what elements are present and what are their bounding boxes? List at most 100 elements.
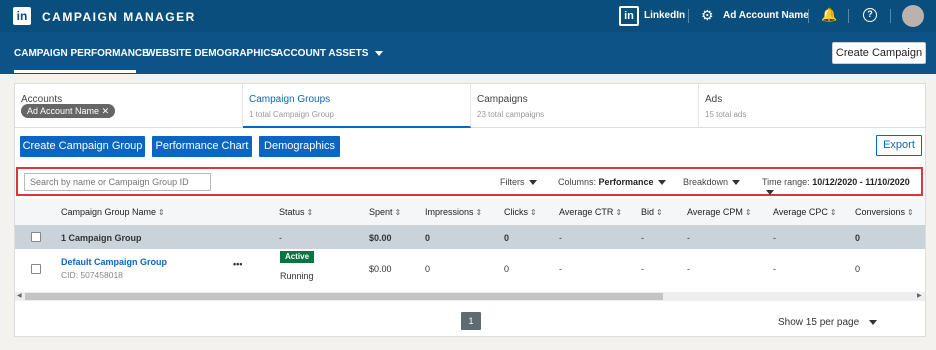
more-actions-icon[interactable]: ••• <box>233 259 242 269</box>
total-name: 1 Campaign Group <box>61 233 142 243</box>
breakdown-label: Breakdown <box>683 177 729 187</box>
sort-icon: ⇕ <box>158 208 165 217</box>
export-button[interactable]: Export <box>876 135 922 156</box>
row-clicks: 0 <box>504 264 510 274</box>
filters-dropdown[interactable]: Filters <box>500 177 537 187</box>
avatar[interactable] <box>902 5 924 27</box>
tab-subtitle: 1 total Campaign Group <box>249 110 334 119</box>
row-cpm: - <box>687 264 690 274</box>
entity-tabs: Accounts Ad Account Name ✕ Campaign Grou… <box>15 84 925 128</box>
linkedin-logo-icon[interactable]: in <box>13 7 31 25</box>
col-header-ctr[interactable]: Average CTR ⇕ <box>559 207 622 217</box>
col-header-name[interactable]: Campaign Group Name ⇕ <box>61 207 165 217</box>
header-label: Conversions <box>855 207 906 217</box>
chevron-down-icon <box>869 319 878 325</box>
header-label: Average CPC <box>773 207 828 217</box>
linkedin-link[interactable]: LinkedIn <box>644 10 685 21</box>
header-label: Bid <box>641 207 655 217</box>
account-assets-label: ACCOUNT ASSETS <box>276 48 369 59</box>
account-chip[interactable]: Ad Account Name ✕ <box>21 104 116 118</box>
per-page-label: Show 15 per page <box>778 317 860 328</box>
main-panel: Accounts Ad Account Name ✕ Campaign Grou… <box>14 83 926 337</box>
total-spent: $0.00 <box>369 233 392 243</box>
header-label: Average CTR <box>559 207 614 217</box>
tab-title: Campaigns <box>477 94 528 105</box>
create-campaign-button[interactable]: Create Campaign <box>832 42 926 64</box>
total-cpc: - <box>773 233 776 243</box>
scroll-left-icon[interactable]: ◀ <box>17 292 22 301</box>
tab-accounts[interactable]: Accounts Ad Account Name ✕ <box>15 84 243 128</box>
account-selector[interactable]: Ad Account Name <box>723 10 809 21</box>
total-clicks: 0 <box>504 233 510 243</box>
tab-subtitle: 15 total ads <box>705 110 747 119</box>
sort-icon: ⇕ <box>475 208 483 217</box>
demographics-button[interactable]: Demographics <box>259 136 340 157</box>
divider <box>890 9 891 23</box>
divider <box>808 9 809 23</box>
select-all-checkbox[interactable] <box>31 232 41 242</box>
nav-bar: CAMPAIGN PERFORMANCE WEBSITE DEMOGRAPHIC… <box>0 32 936 74</box>
tab-title: Ads <box>705 94 723 105</box>
chip-label: Ad Account Name <box>27 106 100 116</box>
sort-icon: ⇕ <box>656 208 663 217</box>
columns-dropdown[interactable]: Columns: Performance <box>558 177 666 187</box>
linkedin-icon[interactable]: in <box>619 6 639 26</box>
total-impressions: 0 <box>425 233 431 243</box>
tab-subtitle: 23 total campaigns <box>477 110 545 119</box>
scroll-right-icon[interactable]: ▶ <box>917 292 922 301</box>
sort-icon: ⇕ <box>306 208 314 217</box>
tab-campaign-performance[interactable]: CAMPAIGN PERFORMANCE <box>14 48 149 59</box>
tab-website-demographics[interactable]: WEBSITE DEMOGRAPHICS <box>146 48 277 59</box>
horizontal-scrollbar[interactable]: ◀ ▶ <box>15 292 925 301</box>
per-page-selector[interactable]: Show 15 per page <box>778 317 878 328</box>
columns-value: Performance <box>598 177 654 187</box>
row-cpc: - <box>773 264 776 274</box>
row-spent: $0.00 <box>369 264 392 274</box>
tab-campaign-groups[interactable]: Campaign Groups 1 total Campaign Group <box>243 84 471 128</box>
row-impressions: 0 <box>425 264 431 274</box>
col-header-cpm[interactable]: Average CPM ⇕ <box>687 207 752 217</box>
chevron-down-icon <box>528 180 537 186</box>
chevron-down-icon <box>375 50 384 56</box>
col-header-bid[interactable]: Bid ⇕ <box>641 207 663 217</box>
tab-campaigns[interactable]: Campaigns 23 total campaigns <box>471 84 699 128</box>
performance-chart-button[interactable]: Performance Chart <box>152 136 252 157</box>
close-icon[interactable]: ✕ <box>102 106 110 116</box>
breakdown-dropdown[interactable]: Breakdown <box>683 177 741 187</box>
tab-account-assets[interactable]: ACCOUNT ASSETS <box>276 48 384 59</box>
bell-icon[interactable]: 🔔 <box>821 7 837 23</box>
table-row: Default Campaign Group CID: 507458018 ••… <box>15 249 925 289</box>
col-header-impressions[interactable]: Impressions ⇕ <box>425 207 482 217</box>
scroll-thumb[interactable] <box>25 293 663 300</box>
header-label: Spent <box>369 207 393 217</box>
campaign-group-link[interactable]: Default Campaign Group <box>61 257 167 267</box>
row-checkbox[interactable] <box>31 264 41 274</box>
tab-ads[interactable]: Ads 15 total ads <box>699 84 927 128</box>
search-input[interactable] <box>24 173 211 191</box>
time-range-label: Time range: <box>762 177 810 187</box>
sort-icon: ⇕ <box>394 208 402 217</box>
top-bar: in CAMPAIGN MANAGER in LinkedIn ⚙ Ad Acc… <box>0 0 936 32</box>
create-campaign-group-button[interactable]: Create Campaign Group <box>20 136 145 157</box>
sort-icon: ⇕ <box>615 208 623 217</box>
filter-bar: Filters Columns: Performance Breakdown T… <box>16 167 923 196</box>
campaign-group-cid: CID: 507458018 <box>61 270 123 280</box>
col-header-clicks[interactable]: Clicks ⇕ <box>504 207 537 217</box>
total-status: - <box>279 233 282 243</box>
sort-icon: ⇕ <box>744 208 752 217</box>
total-bid: - <box>641 233 644 243</box>
columns-label: Columns: <box>558 177 597 187</box>
col-header-status[interactable]: Status ⇕ <box>279 207 313 217</box>
gear-icon[interactable]: ⚙ <box>701 7 714 24</box>
page-button[interactable]: 1 <box>461 312 481 330</box>
help-icon[interactable]: ? <box>863 8 877 22</box>
row-bid: - <box>641 264 644 274</box>
chevron-down-icon <box>732 180 741 186</box>
divider <box>688 9 689 23</box>
col-header-cpc[interactable]: Average CPC ⇕ <box>773 207 837 217</box>
col-header-conversions[interactable]: Conversions ⇕ <box>855 207 914 217</box>
status-badge: Active <box>280 251 315 263</box>
time-range-dropdown[interactable]: Time range: 10/12/2020 - 11/10/2020 <box>762 177 921 197</box>
row-status: Running <box>280 271 314 281</box>
col-header-spent[interactable]: Spent ⇕ <box>369 207 401 217</box>
